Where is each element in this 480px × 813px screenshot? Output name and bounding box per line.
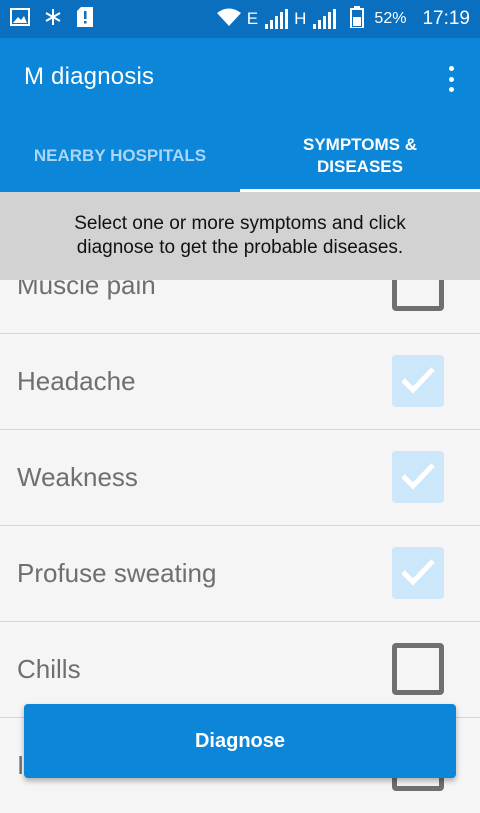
list-item[interactable]: Headache <box>0 334 480 430</box>
symptom-checkbox[interactable] <box>392 643 444 695</box>
diagnose-button-label: Diagnose <box>194 729 286 752</box>
symptom-label: Weakness <box>17 462 138 492</box>
app-title: M diagnosis <box>24 63 155 90</box>
battery-percent: 52% <box>374 10 407 27</box>
symptom-label: Headache <box>17 366 136 396</box>
signal-bars-icon-1 <box>265 9 289 29</box>
status-right-icons: E H 52% 17:19 <box>216 5 470 33</box>
network-type-label-2: H <box>294 9 307 28</box>
symptom-checkbox[interactable] <box>392 451 444 503</box>
network-type-label-1: E <box>246 9 259 28</box>
list-item[interactable]: Weakness <box>0 430 480 526</box>
status-left-icons <box>10 6 94 32</box>
snowflake-icon <box>44 8 62 31</box>
tab-label: NEARBY HOSPITALS <box>33 146 207 165</box>
diagnose-button[interactable]: Diagnose <box>24 704 456 778</box>
tab-label: SYMPTOMS & DISEASES <box>303 135 417 176</box>
check-icon <box>401 559 435 586</box>
more-vert-icon[interactable] <box>448 66 454 92</box>
symptom-label: Profuse sweating <box>17 558 217 588</box>
instruction-banner: Select one or more symptoms and click di… <box>0 192 480 280</box>
symptom-label: Chills <box>17 654 81 684</box>
symptom-checkbox[interactable] <box>392 547 444 599</box>
tab-bar: NEARBY HOSPITALS SYMPTOMS & DISEASES <box>0 120 480 192</box>
wifi-icon <box>216 8 241 31</box>
app-bar: M diagnosis <box>0 38 480 120</box>
tab-nearby-hospitals[interactable]: NEARBY HOSPITALS <box>0 120 240 192</box>
check-icon <box>401 463 435 490</box>
tab-symptoms-diseases[interactable]: SYMPTOMS & DISEASES <box>240 120 480 192</box>
signal-bars-icon-2 <box>313 9 337 29</box>
list-item[interactable]: Profuse sweating <box>0 526 480 622</box>
image-icon <box>10 7 30 31</box>
check-icon <box>401 367 435 394</box>
status-bar: E H 52% 17:19 <box>0 0 480 38</box>
instruction-text: Select one or more symptoms and click di… <box>74 213 406 258</box>
symptom-checkbox[interactable] <box>392 355 444 407</box>
battery-icon <box>350 5 365 33</box>
clock: 17:19 <box>422 8 470 29</box>
sim-alert-icon <box>76 6 94 32</box>
